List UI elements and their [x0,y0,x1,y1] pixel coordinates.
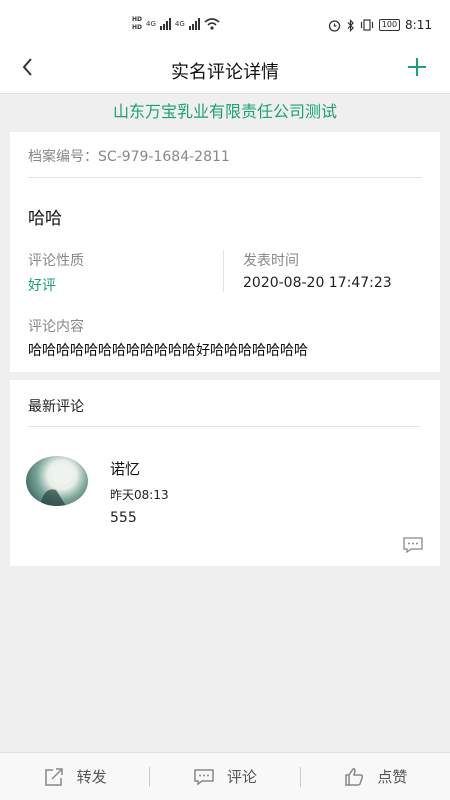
content-value: 哈哈哈哈哈哈哈哈哈哈哈哈好哈哈哈哈哈哈哈 [28,343,308,359]
latest-comments-card: 最新评论 诺忆 昨天08:13 555 [10,380,440,566]
archive-number: 档案编号：SC-979-1684-2811 [28,146,230,166]
divider [28,177,422,178]
comment-label: 评论 [226,768,257,786]
archive-label: 档案编号： [28,149,98,165]
battery-icon: 100 [378,19,401,31]
content-label: 评论内容 [28,319,84,335]
time-label: 发表时间 [243,253,299,269]
status-right: 100 8:11 [328,18,432,32]
network-indicators: HD HD 4G 4G [132,16,220,32]
network-type-label: 4G [146,20,156,28]
latest-comments-title: 最新评论 [28,399,84,415]
status-time: 8:11 [405,18,432,32]
alarm-icon [328,19,340,32]
like-label: 点赞 [377,768,408,786]
network-type-label-2: 4G [174,20,185,28]
vibrate-icon [360,19,373,31]
comment-icon [194,768,214,785]
signal-icon [159,18,171,30]
divider [28,426,420,427]
comment-time: 昨天08:13 [110,488,169,502]
thumbs-up-icon [345,767,364,786]
avatar[interactable] [26,456,88,506]
share-button[interactable]: 转发 [0,766,149,788]
signal-icon-2 [188,18,200,30]
time-value: 2020-08-20 17:47:23 [243,275,392,291]
share-label: 转发 [76,768,107,786]
archive-value: SC-979-1684-2811 [98,149,230,165]
hd-icon: HD HD [132,16,143,31]
company-name: 山东万宝乳业有限责任公司测试 [112,102,337,121]
reply-icon[interactable] [402,536,424,554]
comment-button[interactable]: 评论 [150,766,299,788]
share-icon [44,767,63,786]
nav-bar: 实名评论详情 [0,48,450,94]
comment-text: 555 [110,510,137,526]
comment-user: 诺忆 [110,460,141,478]
wifi-icon [204,18,220,30]
status-bar: HD HD 4G 4G 100 8:11 [0,0,450,48]
bluetooth-icon [347,18,354,32]
commenter-name: 哈哈 [28,209,62,229]
bottom-action-bar: 转发 评论 点赞 [0,752,450,800]
like-button[interactable]: 点赞 [301,766,450,788]
vertical-divider [223,250,224,292]
page-title: 实名评论详情 [171,62,279,83]
nature-label: 评论性质 [28,253,84,269]
detail-card: 档案编号：SC-979-1684-2811 哈哈 评论性质 好评 发表时间 20… [10,132,440,372]
plus-icon[interactable] [406,54,428,84]
nature-value: 好评 [28,278,56,294]
